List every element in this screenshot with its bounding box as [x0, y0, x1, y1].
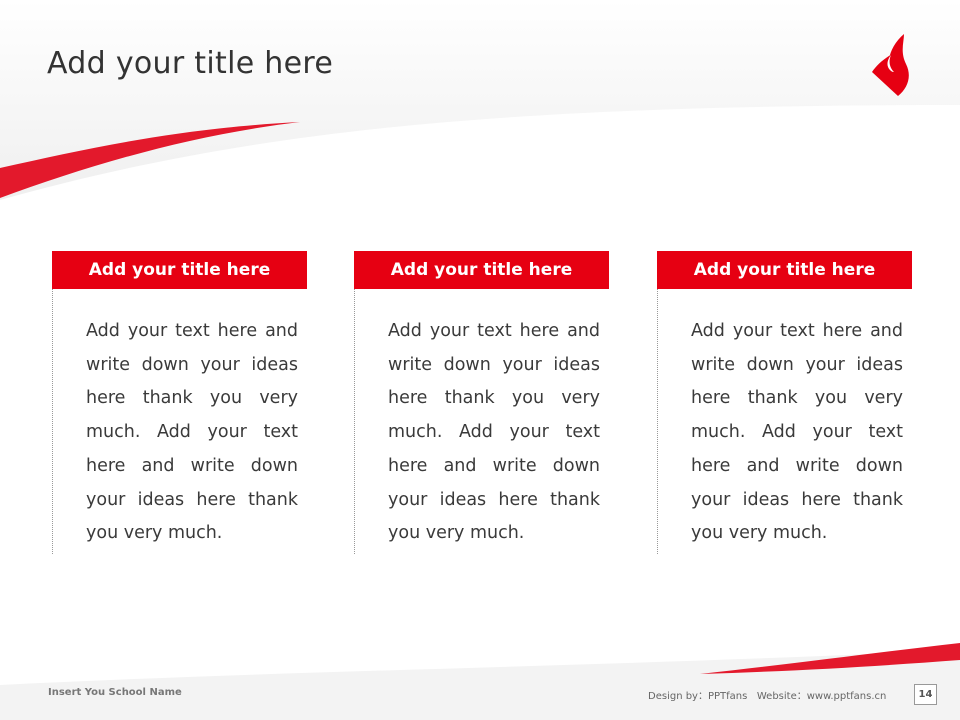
- info-card: Add your title here Add your text here a…: [52, 251, 307, 554]
- info-card: Add your title here Add your text here a…: [354, 251, 609, 554]
- page-title: Add your title here: [47, 46, 334, 81]
- card-text: Add your text here and write down your i…: [86, 321, 298, 544]
- flame-logo-icon: [872, 34, 909, 96]
- page-number: 14: [914, 684, 937, 705]
- card-body: Add your text here and write down your i…: [657, 289, 912, 554]
- card-body: Add your text here and write down your i…: [52, 289, 307, 554]
- card-text: Add your text here and write down your i…: [691, 321, 903, 544]
- info-card: Add your title here Add your text here a…: [657, 251, 912, 554]
- card-text: Add your text here and write down your i…: [388, 321, 600, 544]
- school-name: Insert You School Name: [48, 687, 182, 698]
- card-title: Add your title here: [52, 251, 307, 289]
- card-title: Add your title here: [657, 251, 912, 289]
- card-title: Add your title here: [354, 251, 609, 289]
- design-credit: Design by：PPTfans Website：www.pptfans.cn: [648, 691, 887, 702]
- card-body: Add your text here and write down your i…: [354, 289, 609, 554]
